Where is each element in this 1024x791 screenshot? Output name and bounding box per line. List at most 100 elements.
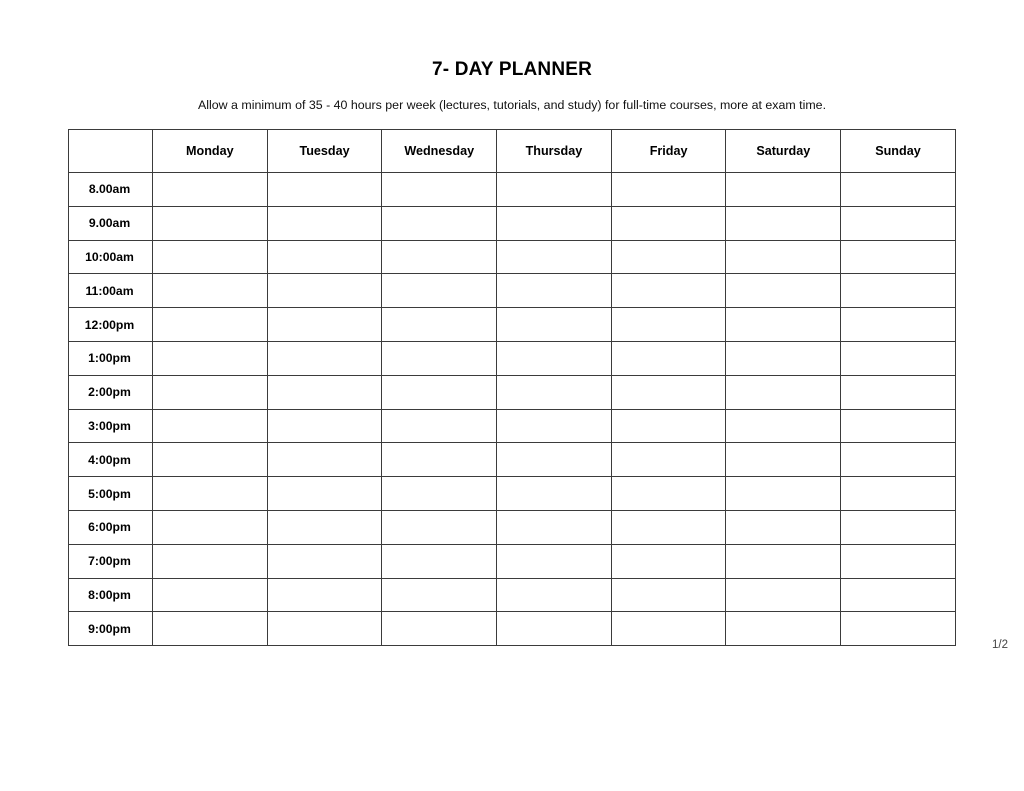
planner-cell[interactable]: [266, 273, 383, 309]
planner-cell[interactable]: [496, 374, 612, 410]
planner-cell[interactable]: [725, 239, 842, 275]
planner-cell[interactable]: [725, 577, 842, 613]
planner-cell[interactable]: [496, 172, 612, 207]
planner-cell[interactable]: [840, 273, 956, 309]
planner-cell[interactable]: [496, 205, 612, 241]
planner-cell[interactable]: [381, 172, 498, 207]
planner-cell[interactable]: [152, 509, 268, 545]
planner-cell[interactable]: [266, 408, 383, 444]
planner-cell[interactable]: [152, 408, 268, 444]
planner-cell[interactable]: [381, 340, 498, 376]
planner-cell[interactable]: [840, 374, 956, 410]
planner-cell[interactable]: [610, 408, 727, 444]
planner-cell[interactable]: [381, 442, 498, 478]
table-row: 5:00pm: [68, 476, 956, 511]
planner-cell[interactable]: [496, 442, 612, 478]
planner-cell[interactable]: [840, 239, 956, 275]
planner-cell[interactable]: [610, 239, 727, 275]
planner-cell[interactable]: [266, 205, 383, 241]
planner-cell[interactable]: [725, 543, 842, 579]
planner-cell[interactable]: [496, 476, 612, 511]
planner-cell[interactable]: [266, 442, 383, 478]
planner-cell[interactable]: [840, 307, 956, 342]
planner-cell[interactable]: [152, 476, 268, 511]
planner-cell[interactable]: [610, 307, 727, 342]
planner-cell[interactable]: [152, 374, 268, 410]
planner-cell[interactable]: [725, 442, 842, 478]
planner-cell[interactable]: [496, 543, 612, 579]
planner-cell[interactable]: [496, 273, 612, 309]
planner-cell[interactable]: [381, 577, 498, 613]
planner-cell[interactable]: [840, 577, 956, 613]
planner-cell[interactable]: [381, 509, 498, 545]
planner-cell[interactable]: [152, 307, 268, 342]
planner-cell[interactable]: [725, 273, 842, 309]
planner-cell[interactable]: [152, 205, 268, 241]
planner-cell[interactable]: [381, 273, 498, 309]
table-row: 12:00pm: [68, 307, 956, 342]
planner-cell[interactable]: [152, 340, 268, 376]
planner-cell[interactable]: [610, 509, 727, 545]
planner-cell[interactable]: [840, 509, 956, 545]
planner-cell[interactable]: [266, 543, 383, 579]
planner-cell[interactable]: [725, 374, 842, 410]
planner-cell[interactable]: [610, 273, 727, 309]
planner-cell[interactable]: [152, 577, 268, 613]
planner-cell[interactable]: [840, 172, 956, 207]
planner-cell[interactable]: [840, 340, 956, 376]
planner-cell[interactable]: [840, 476, 956, 511]
planner-cell[interactable]: [152, 273, 268, 309]
planner-table: Monday Tuesday Wednesday Thursday Friday…: [68, 129, 956, 647]
planner-cell[interactable]: [266, 509, 383, 545]
planner-cell[interactable]: [152, 239, 268, 275]
planner-cell[interactable]: [610, 577, 727, 613]
planner-cell[interactable]: [840, 205, 956, 241]
table-row: 7:00pm: [68, 543, 956, 579]
planner-cell[interactable]: [266, 172, 383, 207]
planner-cell[interactable]: [381, 374, 498, 410]
planner-cell[interactable]: [266, 374, 383, 410]
time-label: 6:00pm: [68, 509, 153, 545]
planner-cell[interactable]: [610, 374, 727, 410]
planner-cell[interactable]: [725, 340, 842, 376]
planner-cell[interactable]: [496, 509, 612, 545]
planner-cell[interactable]: [725, 476, 842, 511]
planner-cell[interactable]: [840, 543, 956, 579]
planner-cell[interactable]: [266, 577, 383, 613]
table-row: 10:00am: [68, 239, 956, 275]
planner-cell[interactable]: [266, 307, 383, 342]
planner-cell[interactable]: [152, 172, 268, 207]
planner-cell[interactable]: [266, 476, 383, 511]
planner-cell[interactable]: [496, 408, 612, 444]
planner-cell[interactable]: [725, 307, 842, 342]
column-header-wednesday: Wednesday: [381, 129, 498, 173]
planner-cell[interactable]: [840, 442, 956, 478]
planner-cell[interactable]: [381, 476, 498, 511]
table-row: 1:00pm: [68, 340, 956, 376]
column-header-tuesday: Tuesday: [266, 129, 383, 173]
planner-cell[interactable]: [266, 340, 383, 376]
planner-cell[interactable]: [496, 340, 612, 376]
planner-cell[interactable]: [496, 307, 612, 342]
planner-cell[interactable]: [266, 239, 383, 275]
planner-cell[interactable]: [840, 408, 956, 444]
planner-cell[interactable]: [725, 172, 842, 207]
planner-cell[interactable]: [610, 442, 727, 478]
planner-cell[interactable]: [381, 543, 498, 579]
planner-cell[interactable]: [152, 543, 268, 579]
planner-cell[interactable]: [610, 172, 727, 207]
planner-cell[interactable]: [381, 408, 498, 444]
planner-cell[interactable]: [381, 307, 498, 342]
planner-cell[interactable]: [496, 239, 612, 275]
planner-cell[interactable]: [610, 340, 727, 376]
planner-cell[interactable]: [381, 205, 498, 241]
planner-cell[interactable]: [496, 577, 612, 613]
planner-cell[interactable]: [725, 509, 842, 545]
planner-cell[interactable]: [381, 239, 498, 275]
planner-cell[interactable]: [725, 408, 842, 444]
planner-cell[interactable]: [610, 476, 727, 511]
planner-cell[interactable]: [610, 205, 727, 241]
planner-cell[interactable]: [152, 442, 268, 478]
planner-cell[interactable]: [725, 205, 842, 241]
planner-cell[interactable]: [610, 543, 727, 579]
